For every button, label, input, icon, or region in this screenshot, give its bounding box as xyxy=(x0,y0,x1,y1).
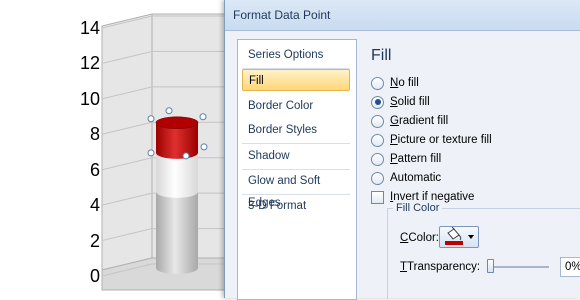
pattern-fill-radio[interactable] xyxy=(371,152,384,166)
automatic-radio[interactable] xyxy=(371,171,384,185)
nav-item-shadow[interactable]: Shadow xyxy=(242,145,350,167)
nav-item-glow-soft-edges[interactable]: Glow and Soft Edges xyxy=(242,170,350,209)
fill-color-group-label: Fill Color xyxy=(393,202,443,214)
format-data-point-dialog: Format Data Point Series Options Fill Bo… xyxy=(224,0,580,300)
selection-handle[interactable] xyxy=(200,143,208,151)
no-fill-option[interactable]: No fill xyxy=(371,74,419,92)
option-label: attern fill xyxy=(397,153,442,165)
option-accesskey: S xyxy=(390,96,398,108)
dropdown-arrow-icon xyxy=(468,235,474,239)
option-accesskey: P xyxy=(390,134,398,146)
transparency-input[interactable]: 0% xyxy=(560,257,580,277)
automatic-option[interactable]: Automatic xyxy=(371,169,441,187)
pattern-fill-option[interactable]: Pattern fill xyxy=(371,150,441,168)
y-tick-label: 2 xyxy=(89,230,100,251)
gradient-fill-radio[interactable] xyxy=(371,114,384,128)
option-accesskey: P xyxy=(390,153,398,165)
nav-item-fill[interactable]: Fill xyxy=(242,69,350,91)
option-label: o fill xyxy=(398,77,419,89)
bar-segment[interactable] xyxy=(156,152,198,198)
nav-item-border-color[interactable]: Border Color xyxy=(242,95,350,117)
nav-separator xyxy=(242,143,350,144)
option-label: radient fill xyxy=(398,115,449,127)
transparency-slider-track[interactable] xyxy=(487,266,549,268)
invert-if-negative-checkbox[interactable] xyxy=(371,190,384,204)
color-label: CColor: xyxy=(400,232,439,244)
panel-heading: Fill xyxy=(371,47,392,64)
color-picker-button[interactable] xyxy=(439,226,479,248)
y-tick-label: 8 xyxy=(89,124,100,145)
option-accesskey: G xyxy=(390,115,399,127)
selection-handle[interactable] xyxy=(199,113,207,121)
selection-handle[interactable] xyxy=(147,149,155,157)
gradient-fill-option[interactable]: Gradient fill xyxy=(371,112,448,130)
picture-texture-fill-radio[interactable] xyxy=(371,133,384,147)
y-tick-label: 14 xyxy=(79,18,100,38)
dialog-title: Format Data Point xyxy=(233,8,331,22)
bar-cylinder[interactable] xyxy=(155,116,199,274)
transparency-label-text: Transparency: xyxy=(407,261,481,273)
option-label: icture or texture fill xyxy=(397,134,492,146)
y-tick-label: 6 xyxy=(89,159,100,180)
chart-area[interactable]: 0 2 4 6 8 10 12 14 xyxy=(0,0,230,298)
y-tick-label: 10 xyxy=(79,88,100,109)
fill-color-group xyxy=(387,208,580,299)
option-label: olid fill xyxy=(397,96,430,108)
y-tick-label: 12 xyxy=(79,53,100,74)
nav-item-series-options[interactable]: Series Options xyxy=(242,44,350,66)
title-bar[interactable]: Format Data Point xyxy=(225,0,580,31)
option-label: Automatic xyxy=(390,172,442,184)
nav-item-3d-format[interactable]: 3-D Format xyxy=(242,195,350,217)
chart-walls xyxy=(101,13,230,291)
selection-handle[interactable] xyxy=(182,152,190,160)
solid-fill-option[interactable]: Solid fill xyxy=(371,93,430,111)
picture-texture-fill-option[interactable]: Picture or texture fill xyxy=(371,131,492,149)
option-accesskey: N xyxy=(390,77,399,89)
y-tick-label: 4 xyxy=(89,195,100,216)
paint-bucket-icon xyxy=(445,226,474,245)
selection-handle[interactable] xyxy=(147,115,155,123)
bar-segment[interactable] xyxy=(156,191,198,274)
fill-panel: Fill No fill Solid fill Gradient fill Pi… xyxy=(365,39,580,299)
bar-top[interactable] xyxy=(155,116,199,130)
y-tick-label: 0 xyxy=(89,266,100,286)
solid-fill-radio[interactable] xyxy=(371,95,384,109)
selection-handle[interactable] xyxy=(165,107,173,115)
no-fill-radio[interactable] xyxy=(371,76,384,90)
color-label-text: Color: xyxy=(408,232,439,244)
transparency-slider-thumb[interactable] xyxy=(487,259,494,273)
transparency-label: TTransparency: xyxy=(400,261,481,273)
category-list: Series Options Fill Border Color Border … xyxy=(237,39,357,300)
nav-item-border-styles[interactable]: Border Styles xyxy=(242,119,350,141)
